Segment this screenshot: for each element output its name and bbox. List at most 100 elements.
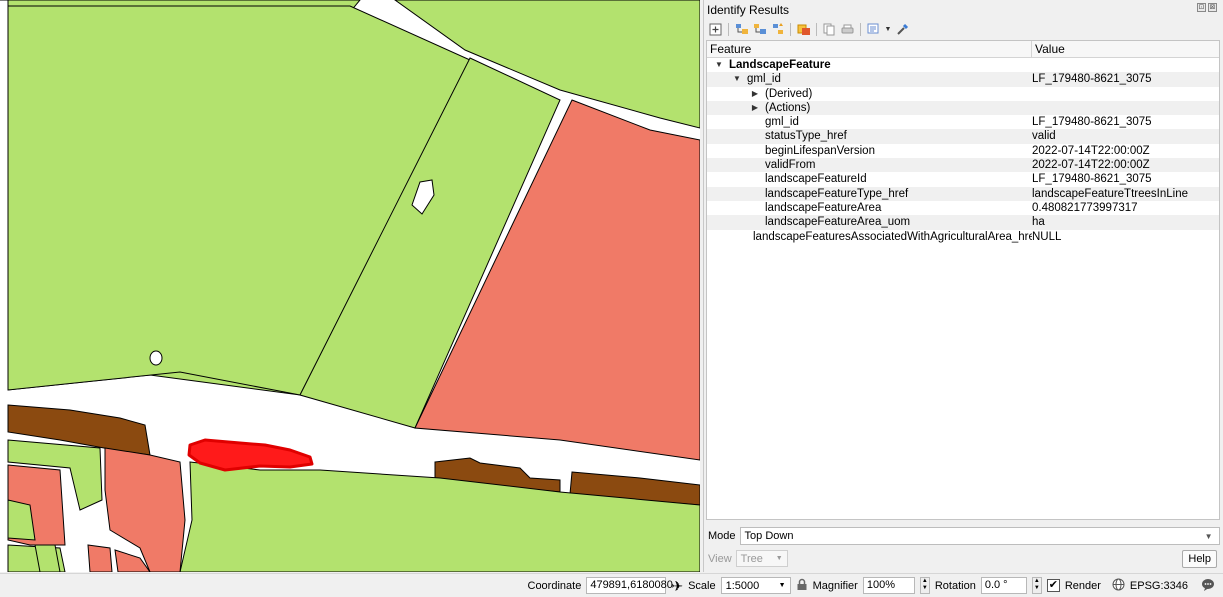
value-cell: valid — [1032, 130, 1056, 143]
table-row[interactable]: landscapeFeatureId LF_179480-8621_3075 — [707, 172, 1219, 186]
settings-icon[interactable] — [895, 22, 910, 37]
table-row[interactable]: landscapeFeatureArea_uom ha — [707, 215, 1219, 230]
value-cell — [1032, 87, 1219, 101]
feature-cell: landscapeFeatureType_href — [707, 187, 1032, 201]
feature-label: beginLifespanVersion — [765, 144, 875, 157]
table-row[interactable]: landscapeFeatureArea 0.480821773997317 — [707, 201, 1219, 215]
table-row[interactable]: ▶ (Actions) — [707, 100, 1219, 116]
table-row[interactable]: gml_id LF_179480-8621_3075 — [707, 115, 1219, 129]
feature-label: LandscapeFeature — [729, 59, 831, 71]
toolbar-separator — [816, 22, 817, 36]
table-row[interactable]: ▼ LandscapeFeature — [707, 58, 1219, 72]
feature-label: gml_id — [747, 73, 781, 86]
print-icon[interactable] — [840, 22, 855, 37]
feature-cell: gml_id — [707, 115, 1032, 129]
collapsed-arrow-icon[interactable]: ▶ — [749, 101, 761, 115]
toolbar-separator — [860, 22, 861, 36]
feature-label: landscapeFeatureType_href — [765, 187, 909, 200]
toolbar-separator — [728, 22, 729, 36]
scale-combo[interactable]: 1:5000 ▼ — [720, 577, 791, 594]
magnifier-spinner[interactable]: ▲ ▼ — [919, 577, 930, 594]
table-row[interactable]: statusType_href valid — [707, 129, 1219, 144]
value-column-header[interactable]: Value — [1032, 41, 1065, 57]
rotation-spinner[interactable]: ▲ ▼ — [1031, 577, 1042, 594]
magnifier-field[interactable]: 100% — [862, 577, 915, 594]
feature-label: gml_id — [765, 116, 799, 129]
feature-label: (Derived) — [765, 87, 813, 100]
coordinate-label: Coordinate — [527, 579, 582, 592]
tree-header: Feature Value — [707, 41, 1219, 58]
expand-all-icon[interactable] — [734, 22, 749, 37]
feature-label: (Actions) — [765, 101, 811, 114]
value-cell — [1032, 58, 1219, 72]
chevron-down-icon: ▼ — [775, 555, 783, 562]
lock-icon[interactable] — [796, 578, 808, 594]
value-cell: 0.480821773997317 — [1032, 201, 1138, 214]
mode-value: Top Down — [744, 530, 794, 542]
identify-toolbar: ▼ — [708, 20, 910, 38]
float-panel-icon[interactable]: ⊡ — [1197, 3, 1206, 12]
feature-cell: ▼ LandscapeFeature — [707, 58, 1032, 72]
chevron-down-icon[interactable]: ▼ — [884, 22, 892, 37]
mode-label: Mode — [708, 530, 736, 542]
view-select[interactable]: Tree ▼ — [735, 550, 788, 567]
table-row[interactable]: beginLifespanVersion 2022-07-14T22:00:00Z — [707, 144, 1219, 158]
scale-value: 1:5000 — [725, 579, 760, 592]
field-parcel-green-8 — [34, 544, 61, 572]
copy-icon[interactable] — [822, 22, 837, 37]
table-row[interactable]: landscapeFeaturesAssociatedWithAgricultu… — [707, 230, 1219, 244]
view-value: Tree — [740, 552, 763, 565]
feature-cell: ▶ (Derived) — [707, 87, 1032, 101]
table-row[interactable]: landscapeFeatureType_href landscapeFeatur… — [707, 186, 1219, 201]
table-row[interactable]: ▶ (Derived) — [707, 87, 1219, 101]
render-label: Render — [1064, 579, 1101, 592]
field-parcel-red-4 — [87, 544, 113, 572]
identify-mode-icon[interactable] — [866, 22, 881, 37]
crs-globe-icon[interactable] — [1112, 578, 1125, 594]
identify-results-panel: Identify Results ⊡ ⊠ ▼ Feature Value ▼ L… — [703, 0, 1223, 572]
collapse-all-icon[interactable] — [752, 22, 767, 37]
crs-label[interactable]: EPSG:3346 — [1130, 580, 1188, 592]
expanded-arrow-icon[interactable]: ▼ — [731, 72, 743, 86]
expand-icon[interactable] — [708, 22, 723, 37]
messages-icon[interactable] — [1201, 578, 1215, 594]
feature-label: landscapeFeatureArea_uom — [765, 216, 911, 229]
value-cell: NULL — [1032, 230, 1062, 243]
table-row[interactable]: ▼ gml_id LF_179480-8621_3075 — [707, 72, 1219, 87]
map-canvas[interactable] — [0, 0, 700, 572]
render-checkbox[interactable]: ✔ — [1046, 579, 1060, 592]
expand-new-icon[interactable] — [770, 22, 785, 37]
rotation-field[interactable]: 0.0 ° — [980, 577, 1027, 594]
value-cell: LF_179480-8621_3075 — [1032, 116, 1152, 129]
feature-cell: statusType_href — [707, 129, 1032, 143]
expanded-arrow-icon[interactable]: ▼ — [713, 58, 725, 72]
tree-rows: ▼ LandscapeFeature ▼ gml_id LF_179480-8621_3… — [707, 58, 1219, 244]
view-row: View Tree ▼ — [708, 550, 788, 567]
help-button[interactable]: Help — [1182, 550, 1217, 568]
feature-cell: landscapeFeaturesAssociatedWithAgricultu… — [707, 230, 1032, 244]
chevron-down-icon: ▼ — [778, 582, 786, 589]
pan-to-icon[interactable]: ✈ — [671, 579, 683, 593]
feature-column-header[interactable]: Feature — [707, 41, 1032, 57]
feature-label: statusType_href — [765, 130, 847, 143]
mode-select[interactable]: Top Down ▼ — [739, 527, 1220, 545]
close-panel-icon[interactable]: ⊠ — [1208, 3, 1217, 12]
toolbar-separator — [790, 22, 791, 36]
feature-label: landscapeFeatureId — [765, 173, 867, 186]
collapsed-arrow-icon[interactable]: ▶ — [749, 87, 761, 101]
highlight-icon[interactable] — [796, 22, 811, 37]
value-cell: 2022-07-14T22:00:00Z — [1032, 159, 1150, 172]
coordinate-field[interactable]: 479891,6180080 — [586, 577, 673, 594]
rotation-label: Rotation — [934, 579, 976, 592]
feature-cell: ▶ (Actions) — [707, 101, 1032, 115]
results-tree: Feature Value ▼ LandscapeFeature ▼ gml_id LF… — [706, 40, 1220, 520]
feature-label: landscapeFeatureArea — [765, 201, 882, 214]
map-layers — [0, 0, 700, 572]
status-bar: Coordinate 479891,6180080 ✈ Scale 1:5000… — [0, 573, 1223, 597]
table-row[interactable]: validFrom 2022-07-14T22:00:00Z — [707, 158, 1219, 173]
feature-cell: landscapeFeatureArea_uom — [707, 215, 1032, 229]
feature-cell: landscapeFeatureId — [707, 172, 1032, 186]
feature-cell: validFrom — [707, 158, 1032, 172]
panel-title: Identify Results — [707, 3, 790, 17]
magnifier-label: Magnifier — [812, 579, 858, 592]
